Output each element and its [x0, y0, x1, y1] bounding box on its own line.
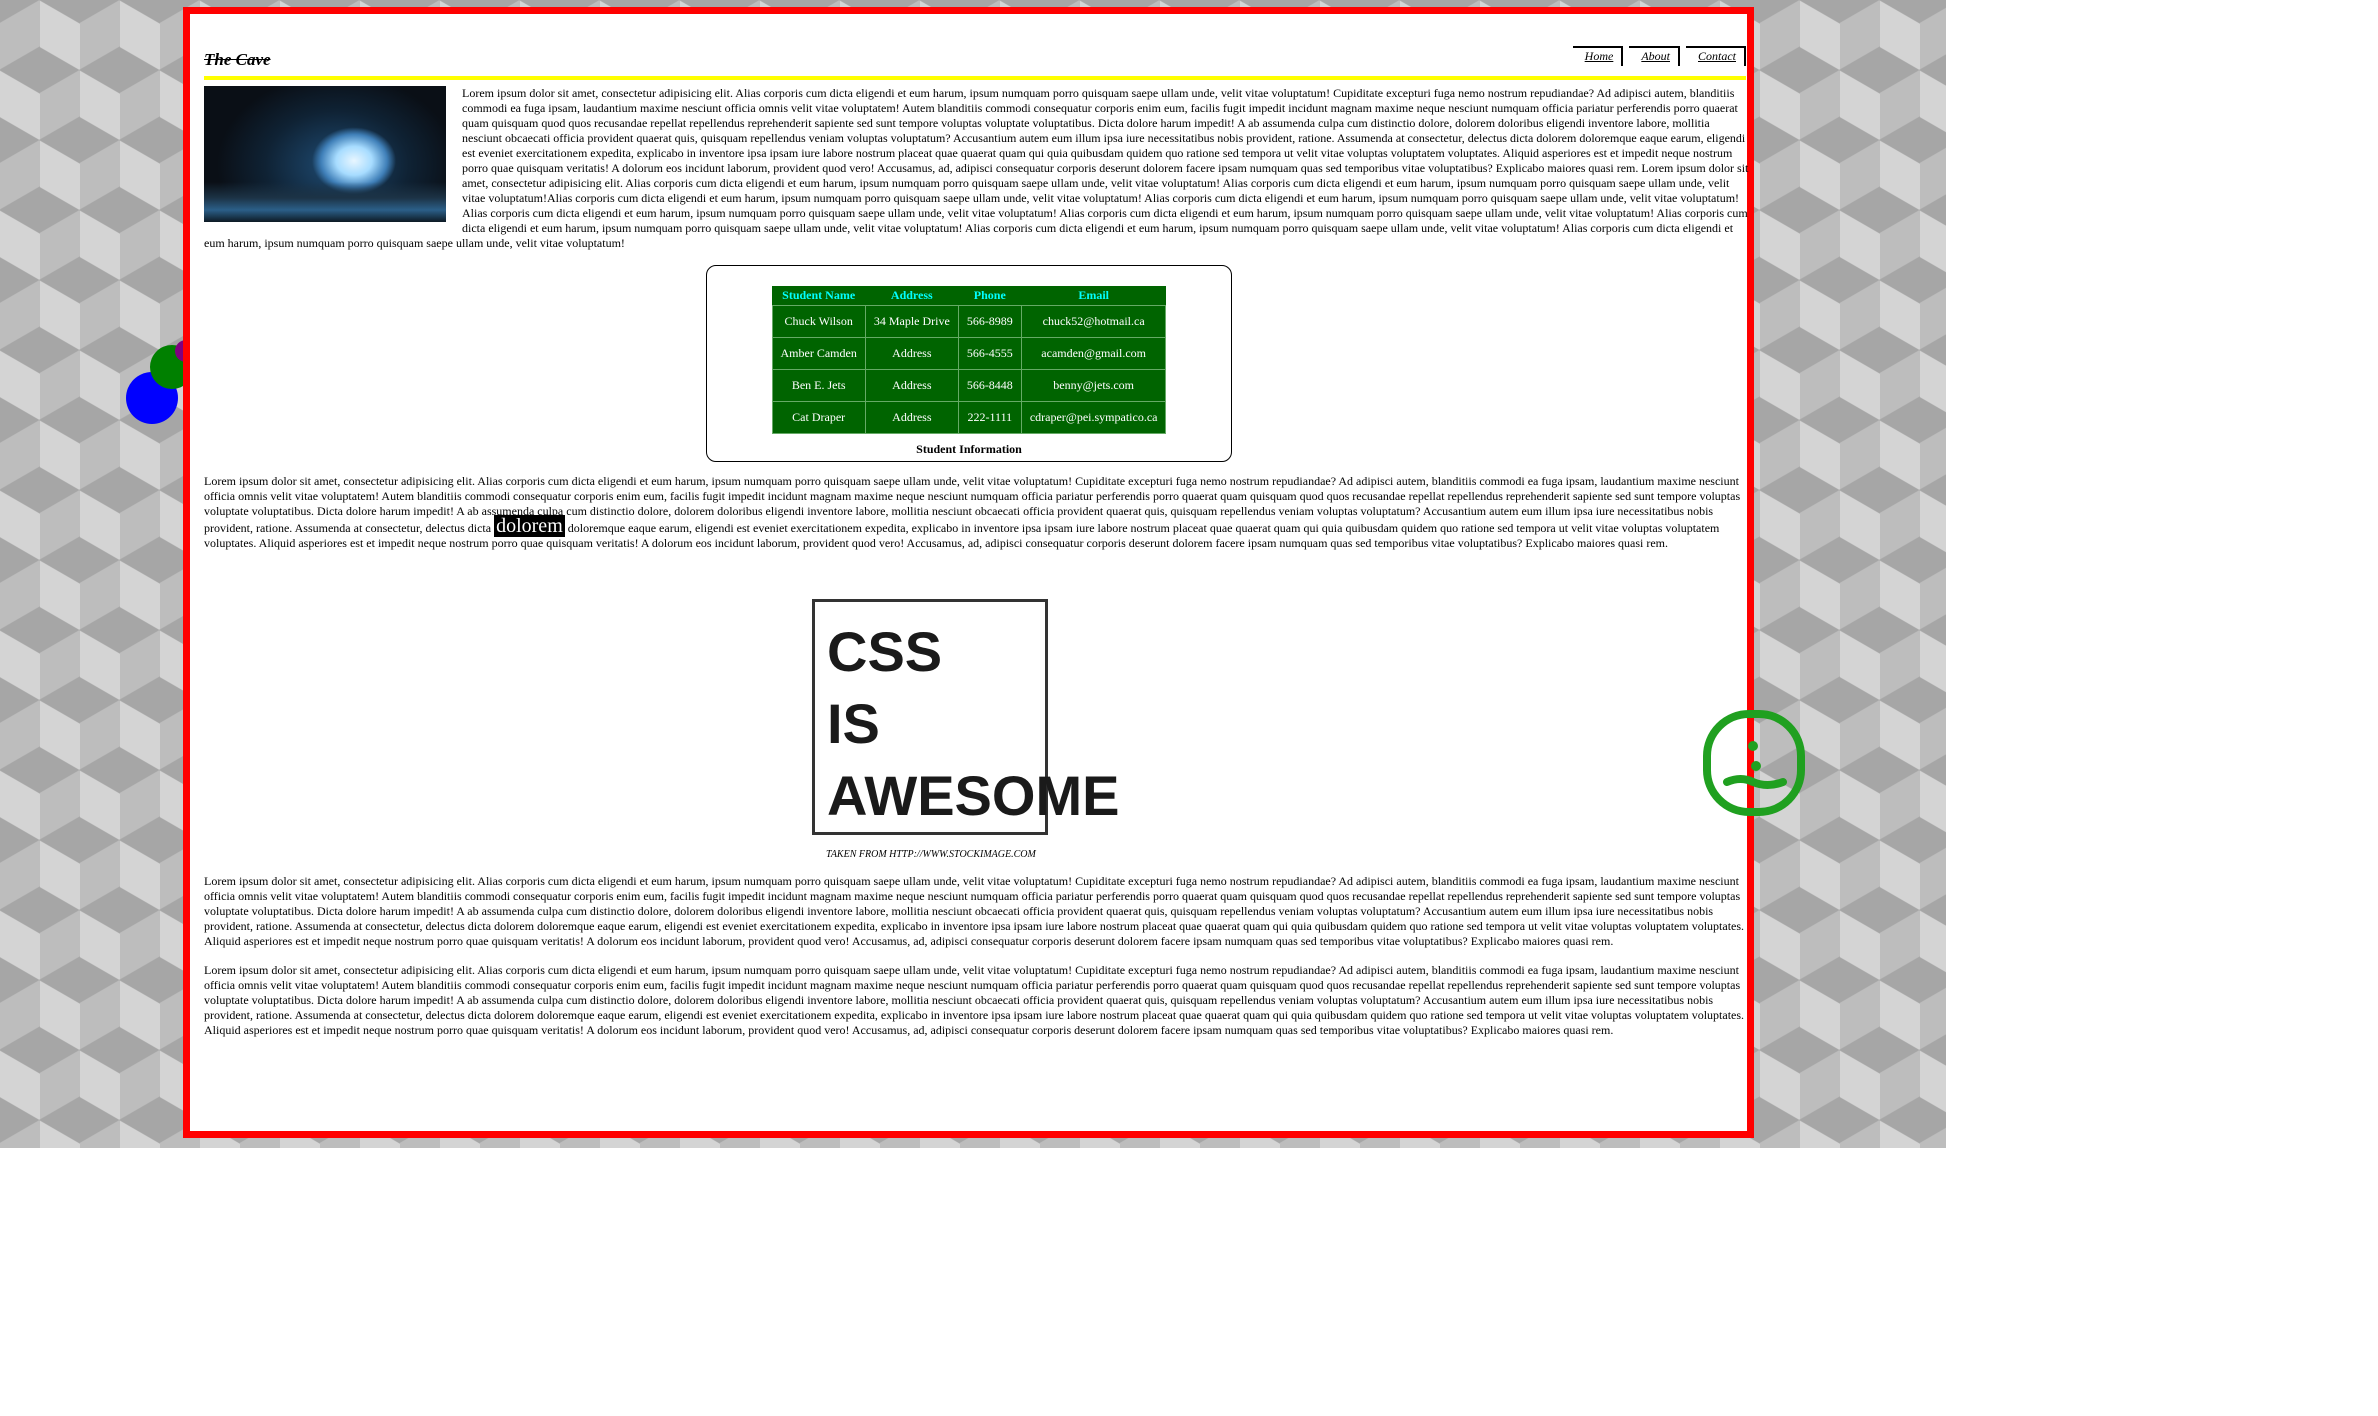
student-table: Student Name Address Phone Email Chuck W… — [771, 286, 1167, 434]
table-cell: Address — [864, 337, 959, 370]
figure-line-3: AWESOME — [827, 764, 1120, 827]
column-header: Phone — [973, 288, 1006, 302]
css-awesome-text: CSS IS AWESOME — [827, 616, 1119, 832]
page-container: The Cave Home About Contact Lorem ipsum … — [183, 7, 1754, 1138]
site-header: The Cave Home About Contact — [204, 28, 1746, 80]
nav-home-link[interactable]: Home — [1572, 46, 1624, 66]
table-header-row: Student Name Address Phone Email — [772, 286, 1166, 306]
table-cell: chuck52@hotmail.ca — [1020, 305, 1167, 338]
nav-contact-link[interactable]: Contact — [1686, 46, 1746, 66]
column-header: Student Name — [782, 288, 856, 302]
table-cell: Amber Camden — [771, 337, 866, 370]
student-table-box: Student Name Address Phone Email Chuck W… — [706, 265, 1232, 462]
cave-photo — [204, 86, 446, 222]
paragraph-3: Lorem ipsum dolor sit amet, consectetur … — [204, 874, 1745, 948]
figure-line-2: IS — [827, 692, 880, 755]
table-cell: acamden@gmail.com — [1020, 337, 1167, 370]
table-cell: Chuck Wilson — [771, 305, 866, 338]
column-header: Email — [1078, 288, 1109, 302]
table-cell: benny@jets.com — [1020, 369, 1167, 402]
figure-line-1: CSS — [827, 620, 943, 683]
main-nav: Home About Contact — [1572, 46, 1746, 66]
table-cell: 566-8448 — [957, 369, 1022, 402]
table-caption: Student Information — [916, 442, 1022, 456]
table-cell: cdraper@pei.sympatico.ca — [1020, 401, 1167, 434]
column-header: Address — [890, 288, 933, 302]
table-row: Amber Camden Address 566-4555 acamden@gm… — [771, 337, 1167, 370]
table-cell: 222-1111 — [957, 401, 1022, 434]
figure-credit: TAKEN FROM HTTP://WWW.STOCKIMAGE.COM — [826, 849, 1036, 860]
paragraph-2: Lorem ipsum dolor sit amet, consectetur … — [204, 474, 1750, 551]
css-awesome-figure: CSS IS AWESOME — [812, 599, 1119, 835]
table-cell: Ben E. Jets — [771, 369, 866, 402]
table-cell: Address — [864, 401, 959, 434]
highlighted-word: dolorem — [494, 515, 565, 537]
table-row: Cat Draper Address 222-1111 cdraper@pei.… — [771, 401, 1167, 434]
smiley-face-icon — [1703, 710, 1805, 816]
main-content: Lorem ipsum dolor sit amet, consectetur … — [204, 86, 1750, 1038]
table-cell: Cat Draper — [771, 401, 866, 434]
table-cell: 566-8989 — [957, 305, 1022, 338]
table-row: Ben E. Jets Address 566-8448 benny@jets.… — [771, 369, 1167, 402]
table-cell: 34 Maple Drive — [864, 305, 959, 338]
table-cell: Address — [864, 369, 959, 402]
table-row: Chuck Wilson 34 Maple Drive 566-8989 chu… — [771, 305, 1167, 338]
paragraph-4: Lorem ipsum dolor sit amet, consectetur … — [204, 963, 1745, 1037]
site-title: The Cave — [204, 50, 271, 69]
nav-about-link[interactable]: About — [1629, 46, 1680, 66]
table-cell: 566-4555 — [957, 337, 1022, 370]
